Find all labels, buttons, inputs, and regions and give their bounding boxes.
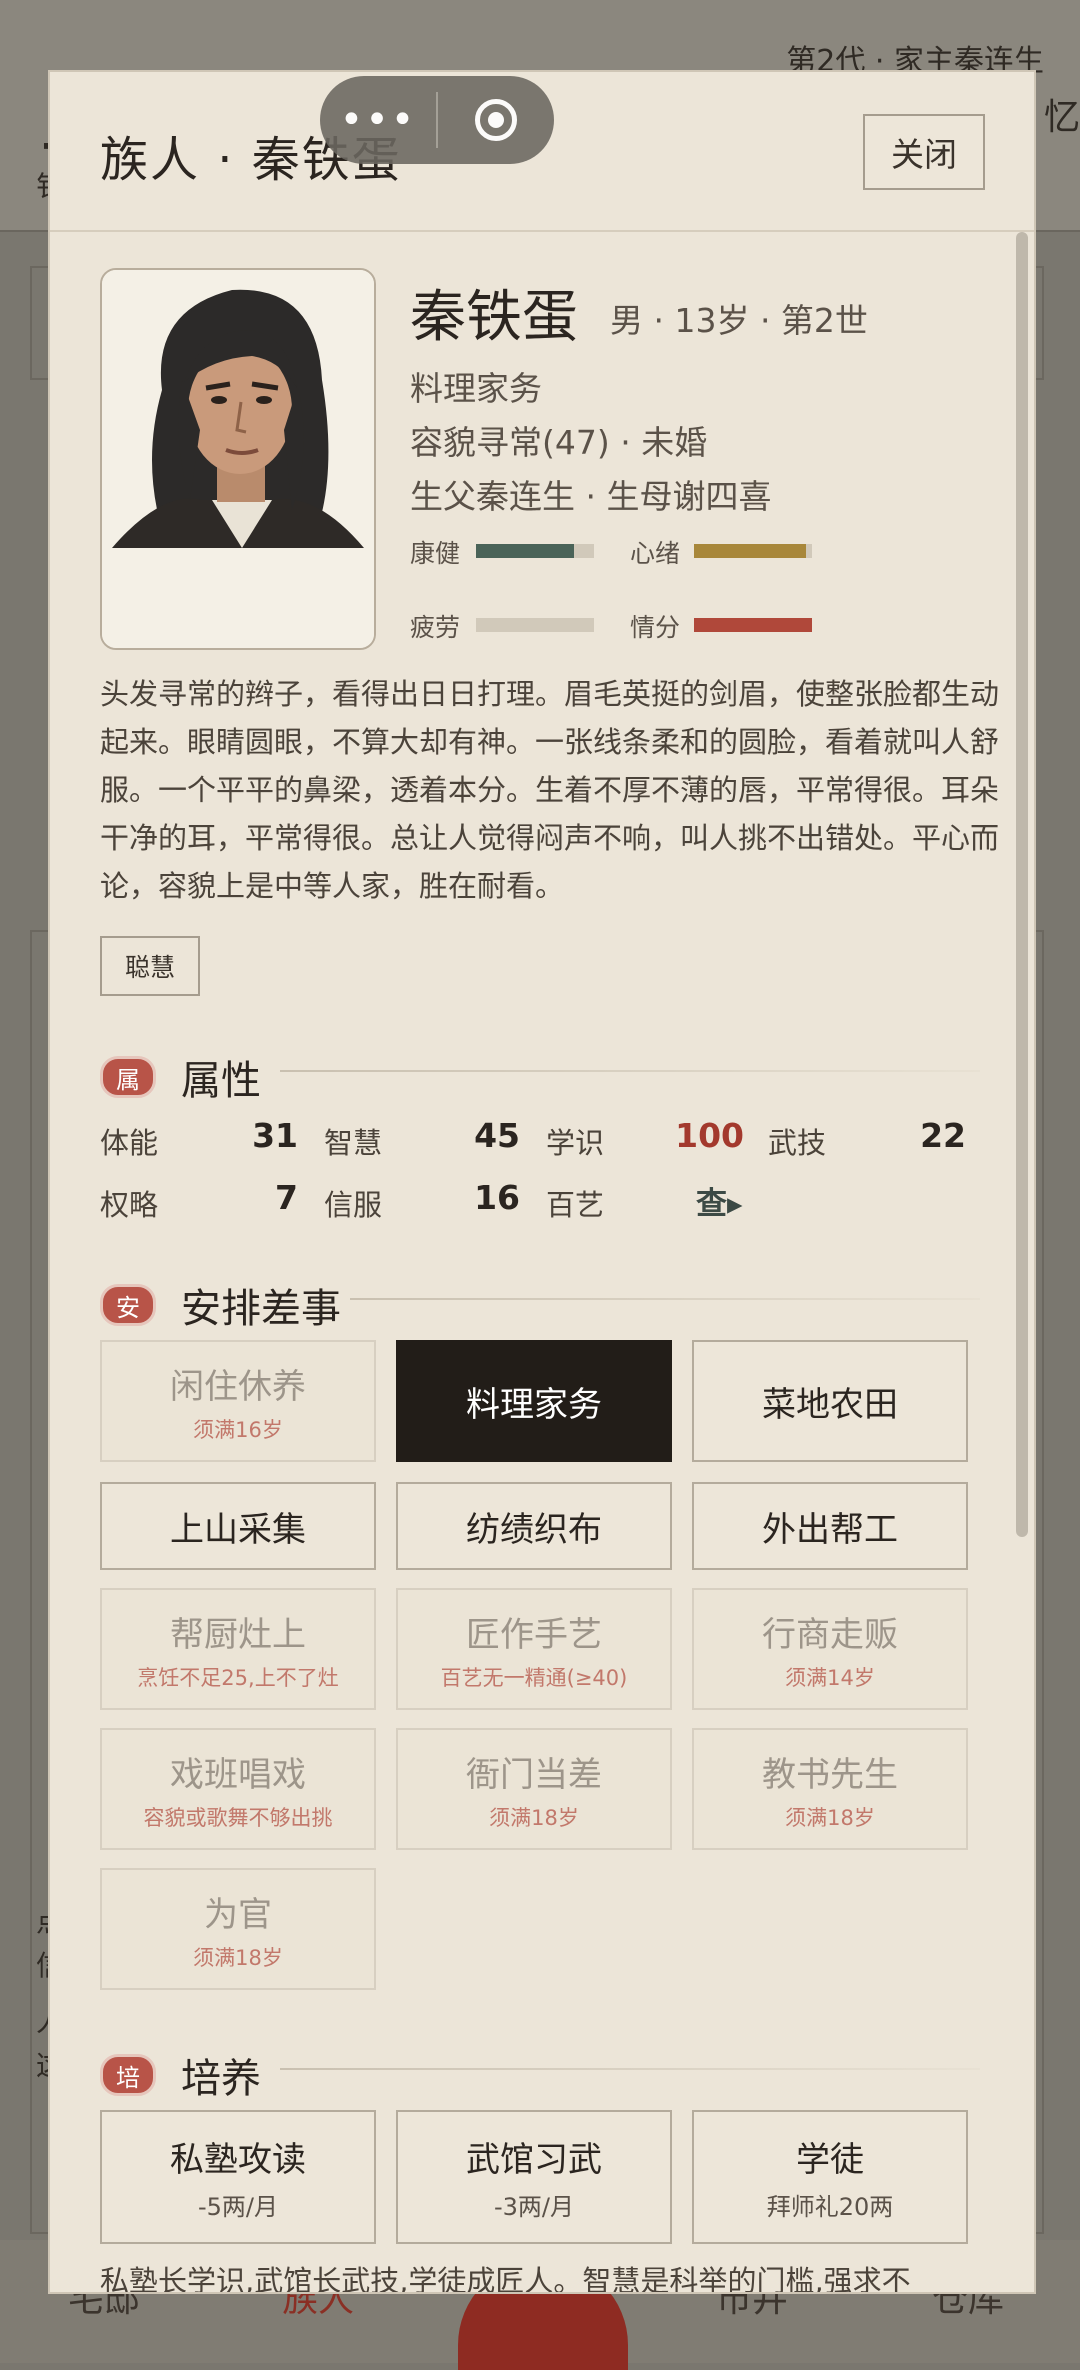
job-option-teacher[interactable]: 教书先生 须满18岁 [692, 1728, 968, 1850]
training-option-title: 私塾攻读 [170, 2140, 306, 2180]
affection-label: 情分 [630, 613, 681, 642]
section-divider [280, 2068, 980, 2070]
mood-label: 心绪 [630, 539, 681, 568]
job-option-farmland[interactable]: 菜地农田 [692, 1340, 968, 1462]
health-label: 康健 [410, 539, 461, 568]
member-name: 秦铁蛋 [410, 285, 578, 350]
view-crafts-link[interactable]: 查▸ [696, 1178, 743, 1223]
appearance-description: 头发寻常的辫子，看得出日日打理。眉毛英挺的剑眉，使整张脸都生动起来。眼睛圆眼，不… [100, 677, 1000, 903]
attr-label: 武技 [768, 1126, 827, 1160]
training-option-cost: -5两/月 [197, 2193, 278, 2221]
attr-label: 信服 [324, 1188, 383, 1222]
member-job: 料理家务 [410, 369, 542, 408]
attr-label: 百艺 [546, 1188, 605, 1222]
job-option-weaving[interactable]: 纺绩织布 [396, 1482, 672, 1570]
job-option-craftsman[interactable]: 匠作手艺 百艺无一精通(≥40) [396, 1588, 672, 1710]
job-option-title: 行商走贩 [762, 1614, 898, 1655]
job-option-title: 戏班唱戏 [170, 1754, 306, 1795]
job-option-title: 菜地农田 [762, 1384, 898, 1425]
training-option-cost: -3两/月 [493, 2193, 574, 2221]
attr-label: 学识 [546, 1126, 605, 1160]
job-option-hired-labor[interactable]: 外出帮工 [692, 1482, 968, 1570]
job-option-requirement: 须满14岁 [785, 1665, 875, 1690]
attr-value: 31 [252, 1116, 298, 1155]
training-option-title: 武馆习武 [466, 2140, 602, 2180]
fatigue-bar [476, 618, 594, 632]
job-option-title: 帮厨灶上 [170, 1614, 306, 1655]
background-fragment: 忆 [1043, 97, 1080, 138]
job-option-official[interactable]: 为官 须满18岁 [100, 1868, 376, 1990]
job-option-title: 料理家务 [466, 1384, 602, 1425]
more-dots-icon[interactable]: ••• [320, 100, 436, 140]
attr-value: 22 [920, 1116, 966, 1155]
training-badge-icon: 培 [100, 2054, 156, 2096]
job-option-opera[interactable]: 戏班唱戏 容貌或歌舞不够出挑 [100, 1728, 376, 1850]
attr-label: 权略 [100, 1188, 159, 1222]
job-option-title: 上山采集 [170, 1509, 306, 1550]
training-option-cost: 拜师礼20两 [766, 2193, 894, 2221]
jobs-heading: 安 安排差事 [100, 1276, 341, 1334]
attr-value: 100 [675, 1116, 744, 1155]
attributes-heading: 属 属性 [100, 1048, 261, 1106]
training-option-title: 学徒 [796, 2140, 864, 2180]
attr-value: 7 [275, 1178, 298, 1217]
target-icon[interactable] [438, 99, 554, 141]
training-title: 培养 [181, 2056, 261, 2102]
job-option-title: 衙门当差 [466, 1754, 602, 1795]
member-detail-modal: 族人 · 秦铁蛋 关闭 秦铁蛋 男 · 13岁 · 第2世 料理家务 容貌寻常(… [48, 70, 1036, 2294]
attr-label: 体能 [100, 1126, 159, 1160]
attributes-title: 属性 [181, 1058, 261, 1104]
job-option-gathering[interactable]: 上山采集 [100, 1482, 376, 1570]
job-option-housework[interactable]: 料理家务 [396, 1340, 672, 1462]
training-option-martial-hall[interactable]: 武馆习武 -3两/月 [396, 2110, 672, 2244]
fatigue-label: 疲劳 [410, 613, 461, 642]
member-meta: 男 · 13岁 · 第2世 [610, 301, 868, 340]
job-option-title: 教书先生 [762, 1754, 898, 1795]
job-option-trader[interactable]: 行商走贩 须满14岁 [692, 1588, 968, 1710]
training-option-private-school[interactable]: 私塾攻读 -5两/月 [100, 2110, 376, 2244]
scrollbar[interactable] [1016, 232, 1028, 1537]
member-parents: 生父秦连生 · 生母谢四喜 [410, 477, 772, 516]
job-option-title: 闲住休养 [170, 1366, 306, 1407]
member-looks: 容貌寻常(47) · 未婚 [410, 423, 708, 462]
trait-tag[interactable]: 聪慧 [100, 936, 200, 996]
job-option-requirement: 容貌或歌舞不够出挑 [143, 1805, 333, 1830]
job-option-title: 外出帮工 [762, 1509, 898, 1550]
training-heading: 培 培养 [100, 2046, 261, 2104]
health-bar [476, 544, 594, 558]
job-option-yamen[interactable]: 衙门当差 须满18岁 [396, 1728, 672, 1850]
portrait-image [102, 270, 374, 648]
training-note: 私塾长学识,武馆长武技,学徒成匠人。智慧是科举的门槛,强求不 [100, 2264, 911, 2294]
job-option-requirement: 须满18岁 [489, 1805, 579, 1830]
job-option-requirement: 百艺无一精通(≥40) [440, 1665, 628, 1690]
portrait-card [100, 268, 376, 650]
job-option-kitchen[interactable]: 帮厨灶上 烹饪不足25,上不了灶 [100, 1588, 376, 1710]
close-button[interactable]: 关闭 [863, 114, 985, 190]
miniprogram-capsule: ••• [320, 76, 554, 164]
attr-label: 智慧 [324, 1126, 383, 1160]
job-option-title: 纺绩织布 [466, 1509, 602, 1550]
job-option-title: 为官 [204, 1894, 272, 1935]
training-option-apprentice[interactable]: 学徒 拜师礼20两 [692, 2110, 968, 2244]
job-option-requirement: 烹饪不足25,上不了灶 [137, 1665, 339, 1690]
attr-value: 16 [474, 1178, 520, 1217]
jobs-title: 安排差事 [181, 1286, 341, 1332]
affection-bar [694, 618, 812, 632]
job-option-requirement: 须满16岁 [193, 1417, 283, 1442]
section-divider [280, 1070, 980, 1072]
job-option-rest[interactable]: 闲住休养 须满16岁 [100, 1340, 376, 1462]
job-option-title: 匠作手艺 [466, 1614, 602, 1655]
job-option-requirement: 须满18岁 [785, 1805, 875, 1830]
attr-value: 45 [474, 1116, 520, 1155]
jobs-badge-icon: 安 [100, 1284, 156, 1326]
attributes-badge-icon: 属 [100, 1056, 156, 1098]
job-option-requirement: 须满18岁 [193, 1945, 283, 1970]
section-divider [350, 1298, 980, 1300]
mood-bar [694, 544, 812, 558]
